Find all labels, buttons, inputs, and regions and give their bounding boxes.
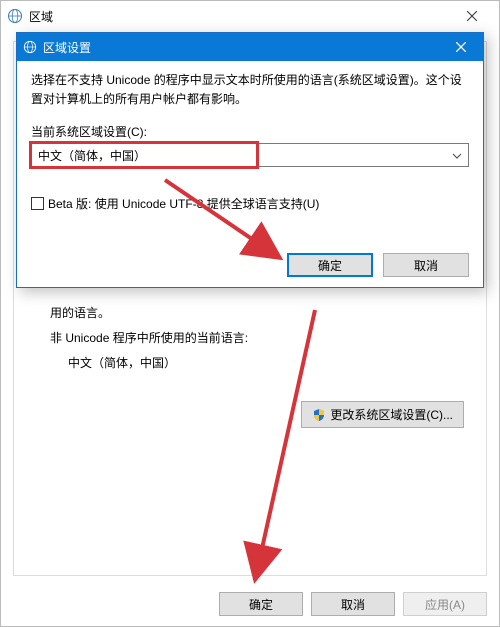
globe-icon bbox=[23, 40, 37, 54]
outer-ok-button[interactable]: 确定 bbox=[219, 592, 303, 616]
outer-apply-label: 应用(A) bbox=[425, 596, 465, 613]
locale-combo-wrap: 中文（简体，中国） bbox=[31, 143, 469, 167]
modal-title: 区域设置 bbox=[43, 39, 445, 56]
modal-ok-button[interactable]: 确定 bbox=[287, 253, 373, 277]
outer-cancel-button[interactable]: 取消 bbox=[311, 592, 395, 616]
close-icon bbox=[456, 42, 466, 52]
change-region-button[interactable]: 更改系统区域设置(C)... bbox=[301, 401, 464, 428]
current-language-value: 中文（简体，中国） bbox=[68, 354, 468, 371]
chevron-down-icon bbox=[452, 151, 462, 161]
outer-ok-label: 确定 bbox=[249, 596, 273, 613]
section-label: 非 Unicode 程序中所使用的当前语言: bbox=[50, 329, 468, 346]
outer-close-button[interactable] bbox=[449, 1, 495, 31]
locale-combobox-value: 中文（简体，中国） bbox=[38, 147, 146, 164]
change-region-label: 更改系统区域设置(C)... bbox=[330, 406, 453, 423]
beta-utf8-label: Beta 版: 使用 Unicode UTF-8 提供全球语言支持(U) bbox=[48, 195, 319, 212]
outer-titlebar: 区域 bbox=[1, 1, 499, 31]
beta-row: Beta 版: 使用 Unicode UTF-8 提供全球语言支持(U) bbox=[31, 195, 469, 212]
shield-icon bbox=[312, 408, 326, 422]
modal-footer: 确定 取消 bbox=[287, 253, 469, 277]
combo-label: 当前系统区域设置(C): bbox=[31, 123, 469, 140]
beta-utf8-checkbox[interactable] bbox=[31, 197, 44, 210]
modal-titlebar: 区域设置 bbox=[17, 33, 483, 61]
truncated-text: 用的语言。 bbox=[50, 304, 468, 321]
modal-cancel-label: 取消 bbox=[414, 257, 438, 274]
locale-combobox[interactable]: 中文（简体，中国） bbox=[31, 143, 469, 167]
modal-ok-label: 确定 bbox=[318, 257, 342, 274]
outer-cancel-label: 取消 bbox=[341, 596, 365, 613]
globe-icon bbox=[7, 8, 23, 24]
region-settings-dialog: 区域设置 选择在不支持 Unicode 的程序中显示文本时所使用的语言(系统区域… bbox=[16, 32, 484, 288]
modal-close-button[interactable] bbox=[445, 33, 477, 61]
outer-content: 用的语言。 非 Unicode 程序中所使用的当前语言: 中文（简体，中国） 更… bbox=[14, 282, 486, 442]
close-icon bbox=[467, 11, 477, 21]
outer-apply-button: 应用(A) bbox=[403, 592, 487, 616]
modal-description: 选择在不支持 Unicode 的程序中显示文本时所使用的语言(系统区域设置)。这… bbox=[31, 71, 469, 109]
modal-body: 选择在不支持 Unicode 的程序中显示文本时所使用的语言(系统区域设置)。这… bbox=[17, 61, 483, 222]
outer-footer: 确定 取消 应用(A) bbox=[219, 592, 487, 616]
modal-cancel-button[interactable]: 取消 bbox=[383, 253, 469, 277]
outer-title: 区域 bbox=[29, 8, 449, 25]
